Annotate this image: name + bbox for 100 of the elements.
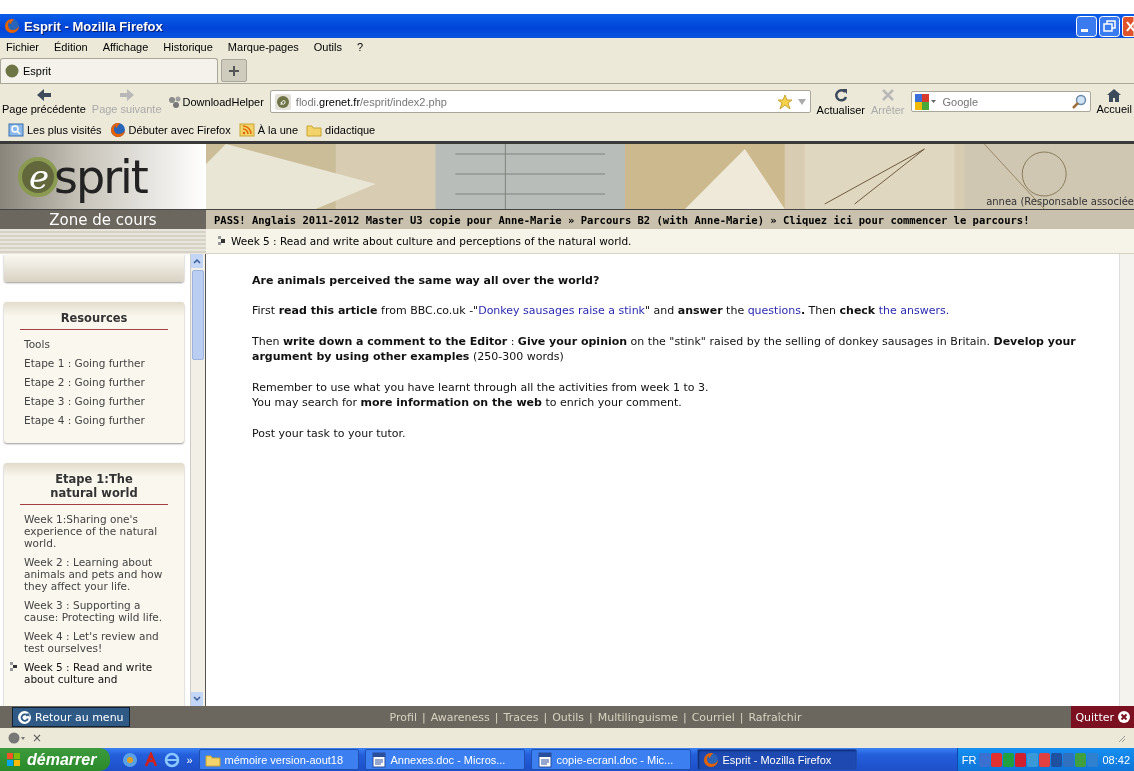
panel-title: Resources <box>20 302 168 330</box>
panel-title: Etape 1:The natural world <box>20 463 168 505</box>
sidebar-item[interactable]: Week 1:Sharing one's experience of the natural world. <box>4 509 184 552</box>
back-to-menu-button[interactable]: Retour au menu <box>12 707 130 727</box>
menu-item[interactable]: Marque-pages <box>227 40 299 53</box>
scroll-down-icon <box>191 692 203 706</box>
browser-icon[interactable] <box>164 751 181 768</box>
sidebar-item[interactable]: Etape 3 : Going further <box>4 391 184 410</box>
sidebar-item[interactable]: Tools <box>4 334 184 353</box>
menu-item[interactable]: Affichage <box>102 40 149 53</box>
site-icon <box>5 64 19 78</box>
menu-item[interactable]: Outils <box>313 40 342 53</box>
sidebar-item[interactable]: Week 5 : Read and write about culture and <box>4 657 184 688</box>
footer-link[interactable]: Outils <box>552 710 584 724</box>
app-icon[interactable] <box>122 751 139 768</box>
language-indicator[interactable]: FR <box>961 753 977 766</box>
sidebar-item[interactable]: Etape 1 : Going further <box>4 353 184 372</box>
home-button[interactable]: Accueil <box>1096 88 1132 115</box>
link[interactable]: questions <box>747 304 801 317</box>
menu-item[interactable]: Édition <box>54 40 88 53</box>
footer-link[interactable]: Profil <box>389 710 418 724</box>
close-icon[interactable] <box>1122 15 1134 37</box>
bookmark[interactable]: didactique <box>306 122 376 138</box>
window-title: Esprit - Mozilla Firefox <box>24 18 164 34</box>
start-button[interactable]: démarrer <box>0 748 111 771</box>
minimize-icon[interactable] <box>1076 15 1097 37</box>
firefox-icon <box>702 751 719 768</box>
taskbar-button[interactable]: copie-ecranl.doc - Mic... <box>530 749 691 770</box>
folder-icon <box>306 122 323 138</box>
taskbar-button[interactable]: Annexes.doc - Micros... <box>364 749 525 770</box>
scroll-up-icon <box>191 254 203 268</box>
footer-link[interactable]: Multilinguisme <box>597 710 678 724</box>
current-week: Week 5 : Read and write about culture and perceptions of the natural world. <box>231 235 632 247</box>
menu-item[interactable]: Historique <box>163 40 213 53</box>
paragraph: Then write down a comment to the Editor : Give your opinion on the "stink" raised by the selling of donkey sausages in Britain. Develop your argument by using other examples (250-300 words) <box>252 334 1077 364</box>
resize-grip-icon <box>1118 733 1126 743</box>
tray-icons-drawing[interactable] <box>979 752 1100 767</box>
sidebar-item[interactable]: Etape 2 : Going further <box>4 372 184 391</box>
download-button[interactable]: DownloadHelper <box>167 94 264 109</box>
browser-tab[interactable]: Esprit <box>0 58 218 83</box>
stop-icon <box>879 87 896 103</box>
folder-icon <box>8 122 24 138</box>
menu-item[interactable]: ? <box>356 40 364 53</box>
search-field[interactable]: Google <box>940 94 1067 109</box>
footer-link[interactable]: Awareness <box>430 710 490 724</box>
breadcrumb[interactable]: PASS! Anglais 2011-2012 Master U3 copie pour Anne-Marie » Parcours B2 (with Anne-Marie) » Cliquez ici pour commencer le parcours! <box>206 209 1134 229</box>
more-button[interactable]: » <box>186 753 193 766</box>
taskbar-button[interactable]: Esprit - Mozilla Firefox <box>696 749 857 770</box>
restore-icon[interactable] <box>1099 15 1120 37</box>
sidebar-item[interactable]: Week 2 : Learning about animals and pets and how they affect your life. <box>4 552 184 595</box>
footer-link[interactable]: Traces <box>503 710 539 724</box>
back-button[interactable]: Page précédente <box>2 88 86 115</box>
bookmark[interactable]: Débuter avec Firefox <box>109 122 231 138</box>
address-field[interactable]: flodi.grenet.fr/esprit/index2.php <box>269 90 811 113</box>
link[interactable]: the answers. <box>878 304 950 317</box>
molecule-icon <box>167 94 182 109</box>
star-icon[interactable] <box>776 93 793 110</box>
separator: | <box>739 710 744 724</box>
user-role: annea (Responsable associée <box>986 196 1134 207</box>
app-icon <box>4 18 20 34</box>
feed-icon <box>238 122 255 138</box>
site-icon <box>274 93 291 110</box>
bookmark[interactable]: À la une <box>238 122 299 138</box>
footer-link[interactable]: Courriel <box>691 710 735 724</box>
bookmark[interactable]: Les plus visités <box>8 122 102 138</box>
separator: | <box>682 710 687 724</box>
bullet-icon <box>10 662 17 671</box>
windows-logo-icon <box>6 751 22 768</box>
search-icon[interactable] <box>1070 93 1087 110</box>
menu-item[interactable]: Fichier <box>6 40 39 53</box>
sidebar-item[interactable]: Etape 4 : Going further <box>4 410 184 429</box>
paragraph: Remember to use what you have learnt through all the activities from week 1 to 3. <box>252 380 710 395</box>
firefox-icon <box>109 122 126 138</box>
close-button[interactable]: × <box>32 731 43 745</box>
separator: | <box>422 710 426 724</box>
scrollbar[interactable] <box>190 254 206 706</box>
adblock-icon[interactable] <box>8 732 26 744</box>
separator: | <box>543 710 548 724</box>
home-icon <box>1106 88 1123 102</box>
reload-button[interactable]: Actualiser <box>816 87 865 116</box>
refresh-icon <box>18 710 31 724</box>
separator: | <box>494 710 499 724</box>
document-icon <box>370 751 387 768</box>
separator: | <box>589 710 593 724</box>
close-icon <box>1118 711 1130 723</box>
dropdown-icon[interactable] <box>797 98 806 105</box>
sidebar-item[interactable]: Week 3 : Supporting a cause: Protecting wild life. <box>4 595 184 626</box>
scroll-thumb[interactable] <box>192 270 204 360</box>
footer-link[interactable]: Rafraîchir <box>748 710 802 724</box>
sidebar-item[interactable]: Week 4 : Let's review and test ourselves! <box>4 626 184 657</box>
new-tab-icon[interactable] <box>221 59 247 82</box>
search-box[interactable]: Google <box>910 91 1091 112</box>
document-icon <box>536 751 553 768</box>
search-engine-icon[interactable] <box>914 93 937 110</box>
taskbar-button[interactable]: mémoire version-aout18 <box>198 749 359 770</box>
paragraph: Post your task to your tutor. <box>252 426 407 441</box>
back-arrow-icon <box>35 88 52 102</box>
link[interactable]: Donkey sausages raise a stink <box>478 304 645 317</box>
quit-button[interactable]: Quitter <box>1071 706 1134 728</box>
clock: 08:42 <box>1102 753 1130 766</box>
